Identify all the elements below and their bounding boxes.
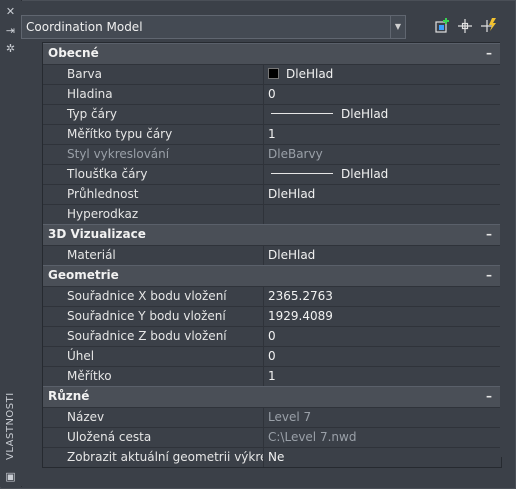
property-row[interactable]: Materiál DleHlad (43, 245, 501, 265)
property-row[interactable]: Zobrazit aktuální geometrii výkresu Ne (43, 447, 501, 467)
property-value[interactable] (265, 205, 501, 224)
property-value-text: DleHlad (341, 167, 389, 181)
property-value[interactable]: DleHlad (265, 105, 501, 124)
property-value[interactable]: 0 (265, 327, 501, 346)
palette-title-bar[interactable]: ✕ ⇥ ✲ VLASTNOSTI ▣ (0, 0, 22, 487)
property-value[interactable]: 0 (265, 85, 501, 104)
property-row[interactable]: Měřítko 1 (43, 366, 501, 386)
scrollbar[interactable] (500, 42, 512, 457)
line-preview-icon (271, 173, 333, 174)
property-value[interactable]: 1 (265, 125, 501, 144)
property-value-text: 1929.4089 (268, 309, 333, 323)
property-value[interactable]: Ne (265, 448, 501, 467)
collapse-icon[interactable]: – (483, 266, 495, 285)
property-value[interactable]: DleBarvy (265, 145, 501, 164)
chevron-down-icon[interactable]: ▼ (390, 16, 405, 38)
property-name: Měřítko (43, 367, 264, 386)
property-value[interactable]: DleHlad (265, 246, 501, 265)
property-value[interactable]: 1 (265, 367, 501, 386)
property-value[interactable]: Level 7 (265, 408, 501, 427)
section-title: Různé (48, 389, 90, 403)
property-grid: Obecné – Barva DleHlad Hladina 0 Typ čáry DleHl… (42, 42, 502, 468)
property-name: Hyperodkaz (43, 205, 264, 224)
property-name: Souřadnice Y bodu vložení (43, 307, 264, 326)
property-name: Styl vykreslování (43, 145, 264, 164)
section-header[interactable]: Geometrie – (43, 265, 501, 286)
toggle-pickadd-icon[interactable] (433, 17, 453, 37)
property-row[interactable]: Souřadnice X bodu vložení 2365.2763 (43, 286, 501, 306)
properties-icon[interactable]: ▣ (4, 470, 17, 483)
property-value[interactable]: 1929.4089 (265, 307, 501, 326)
property-name: Průhlednost (43, 185, 264, 204)
property-row[interactable]: Úhel 0 (43, 346, 501, 366)
property-row[interactable]: Tloušťka čáry DleHlad (43, 164, 501, 184)
property-value-text: C:\Level 7.nwd (268, 430, 357, 444)
property-value[interactable]: DleHlad (265, 165, 501, 184)
property-row[interactable]: Hyperodkaz (43, 204, 501, 224)
property-value-text: 0 (268, 329, 276, 343)
property-value[interactable]: 2365.2763 (265, 287, 501, 306)
line-preview-icon (271, 113, 333, 114)
property-value-text: 1 (268, 127, 276, 141)
collapse-icon[interactable]: – (483, 44, 495, 63)
select-objects-icon[interactable] (455, 17, 475, 37)
property-name: Název (43, 408, 264, 427)
property-value-text: DleHlad (341, 107, 389, 121)
property-name: Typ čáry (43, 105, 264, 124)
section-header[interactable]: Obecné – (43, 43, 501, 64)
section-title: 3D Vizualizace (48, 227, 146, 241)
property-row[interactable]: Typ čáry DleHlad (43, 104, 501, 124)
property-row[interactable]: Souřadnice Y bodu vložení 1929.4089 (43, 306, 501, 326)
section-title: Obecné (48, 46, 99, 60)
property-name: Tloušťka čáry (43, 165, 264, 184)
section-header[interactable]: Různé – (43, 386, 501, 407)
collapse-icon[interactable]: – (483, 225, 495, 244)
property-name: Uložená cesta (43, 428, 264, 447)
property-row[interactable]: Průhlednost DleHlad (43, 184, 501, 204)
autohide-icon[interactable]: ⇥ (4, 24, 17, 37)
property-value-text: 0 (268, 349, 276, 363)
property-name: Barva (43, 65, 264, 84)
property-row[interactable]: Měřítko typu čáry 1 (43, 124, 501, 144)
section-title: Geometrie (48, 268, 119, 282)
property-name: Zobrazit aktuální geometrii výkresu (43, 448, 264, 467)
property-value-text: DleHlad (286, 67, 334, 81)
property-row[interactable]: Souřadnice Z bodu vložení 0 (43, 326, 501, 346)
palette-title: VLASTNOSTI (5, 392, 16, 460)
property-value-text: 0 (268, 87, 276, 101)
property-name: Měřítko typu čáry (43, 125, 264, 144)
settings-icon[interactable]: ✲ (4, 42, 17, 55)
property-value-text: DleHlad (268, 248, 316, 262)
section-header[interactable]: 3D Vizualizace – (43, 224, 501, 245)
property-value[interactable]: 0 (265, 347, 501, 366)
property-name: Materiál (43, 246, 264, 265)
color-swatch-icon (268, 68, 279, 79)
property-name: Úhel (43, 347, 264, 366)
property-row[interactable]: Uložená cesta C:\Level 7.nwd (43, 427, 501, 447)
property-name: Souřadnice X bodu vložení (43, 287, 264, 306)
object-type-value: Coordination Model (26, 20, 143, 34)
property-row[interactable]: Barva DleHlad (43, 64, 501, 84)
property-value[interactable]: DleHlad (265, 185, 501, 204)
property-value-text: DleHlad (268, 187, 316, 201)
property-value[interactable]: DleHlad (265, 65, 501, 84)
property-name: Hladina (43, 85, 264, 104)
property-value-text: Ne (268, 450, 285, 464)
toolbar: Coordination Model ▼ (21, 15, 511, 41)
property-name: Souřadnice Z bodu vložení (43, 327, 264, 346)
property-row[interactable]: Hladina 0 (43, 84, 501, 104)
quick-select-icon[interactable] (479, 17, 499, 37)
property-value-text: 1 (268, 369, 276, 383)
property-value-text: DleBarvy (268, 147, 323, 161)
close-icon[interactable]: ✕ (4, 5, 17, 18)
collapse-icon[interactable]: – (483, 387, 495, 406)
property-row[interactable]: Styl vykreslování DleBarvy (43, 144, 501, 164)
property-value-text: Level 7 (268, 410, 312, 424)
object-type-dropdown[interactable]: Coordination Model ▼ (21, 15, 406, 39)
property-row[interactable]: Název Level 7 (43, 407, 501, 427)
property-value-text: 2365.2763 (268, 289, 333, 303)
property-value[interactable]: C:\Level 7.nwd (265, 428, 501, 447)
